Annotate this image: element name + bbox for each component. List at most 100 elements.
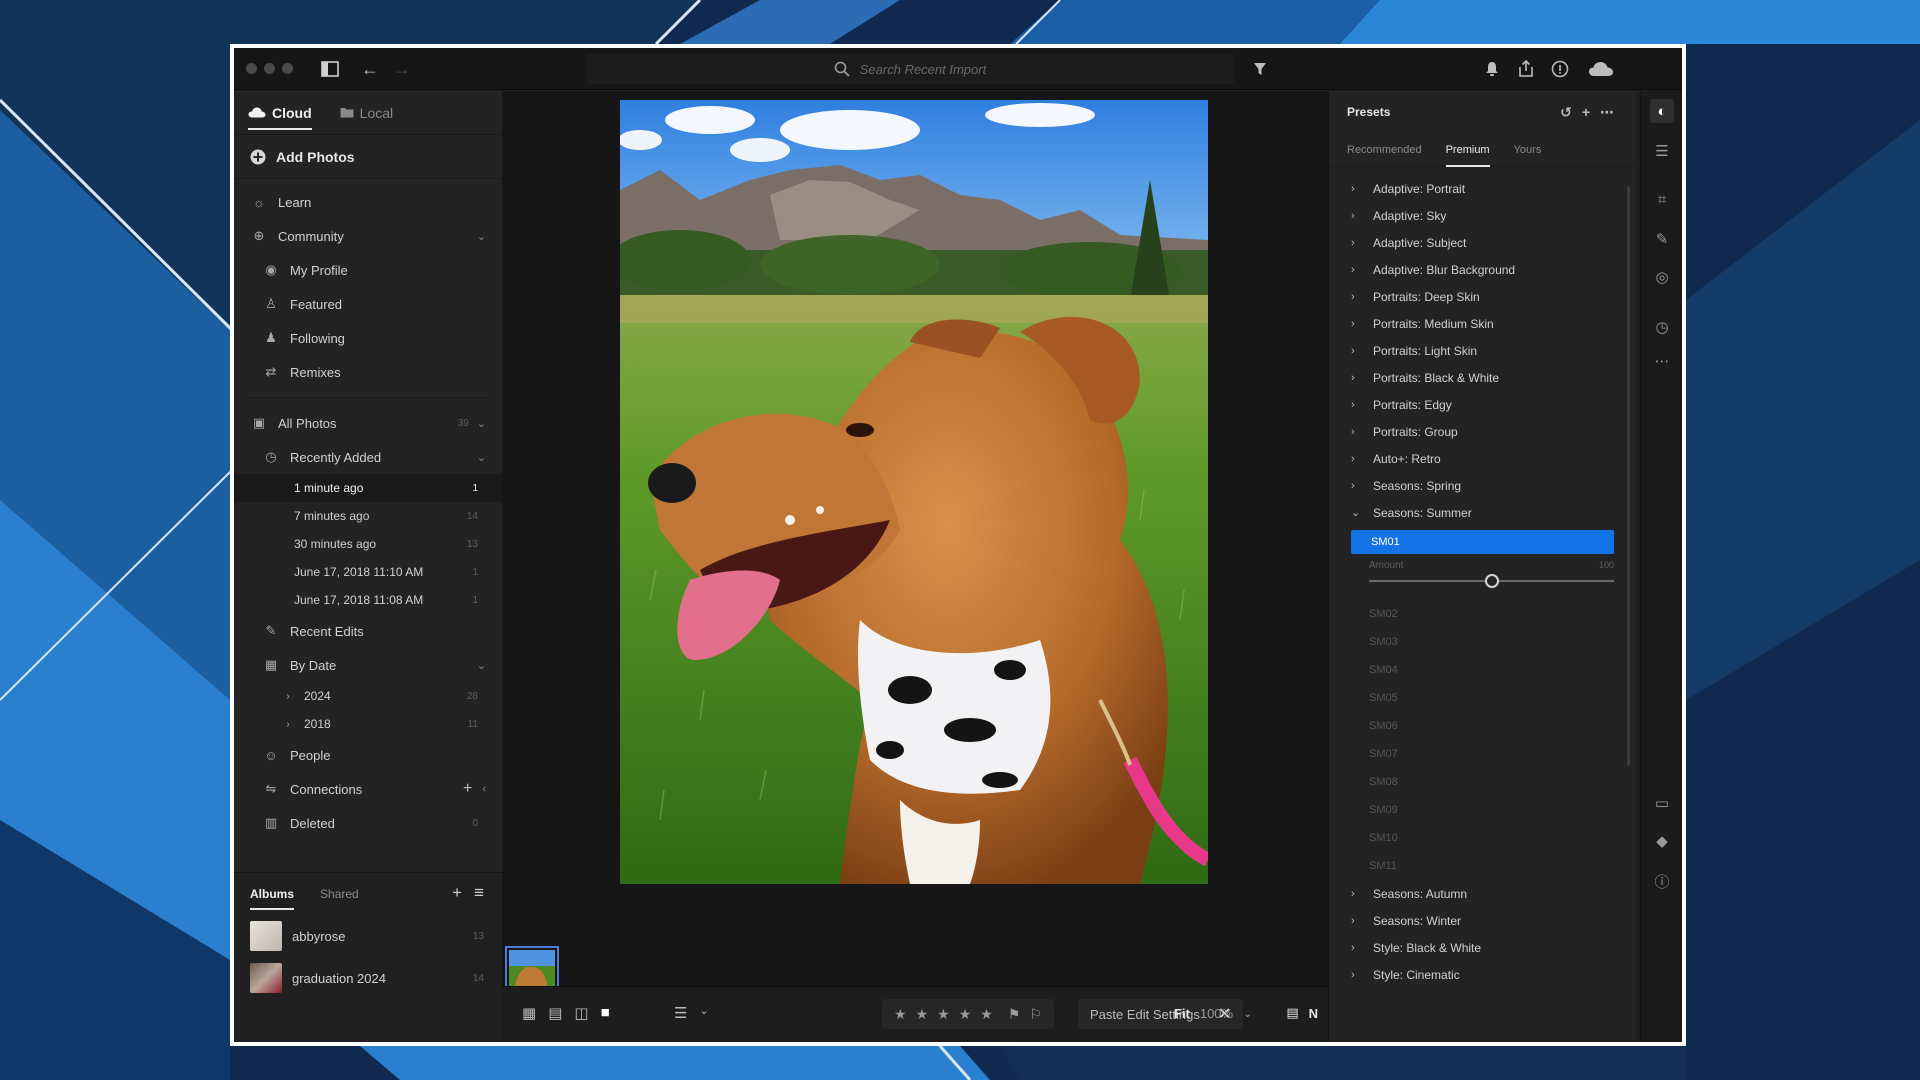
masking-icon[interactable]: ◎: [1650, 265, 1674, 289]
share-icon[interactable]: [1514, 57, 1538, 81]
add-album-icon[interactable]: +: [452, 883, 462, 903]
sidebar-item-recently-added[interactable]: ◷ Recently Added ⌄: [234, 440, 502, 474]
minimize-dot[interactable]: [264, 63, 275, 74]
sidebar-item-featured[interactable]: ♙ Featured: [234, 287, 502, 321]
reject-flag-icon[interactable]: ⚐: [1029, 1006, 1042, 1023]
chevron-down-icon[interactable]: ⌄: [1243, 1007, 1252, 1020]
sidebar-item-deleted[interactable]: ▥ Deleted 0: [234, 806, 502, 840]
preset-group[interactable]: › Portraits: Medium Skin: [1329, 310, 1636, 337]
chevron-right-icon[interactable]: ›: [282, 719, 294, 730]
star-icon[interactable]: ★: [916, 1006, 929, 1023]
preset-group[interactable]: › Seasons: Winter: [1329, 907, 1636, 934]
compare-view-icon[interactable]: ◫: [574, 1004, 588, 1022]
sidebar-item-by-date[interactable]: ▦ By Date ⌄: [234, 648, 502, 682]
zoom-dot[interactable]: [282, 63, 293, 74]
more-options-icon[interactable]: ⋯: [1650, 349, 1674, 373]
chevron-down-icon[interactable]: ⌄: [477, 417, 486, 430]
preset-group-expanded[interactable]: ⌄ Seasons: Summer: [1329, 499, 1636, 526]
forward-arrow-icon[interactable]: →: [390, 57, 414, 81]
preset-item[interactable]: SM05: [1329, 684, 1636, 712]
panel-toggle-icon[interactable]: [318, 57, 342, 81]
tab-premium[interactable]: Premium: [1445, 144, 1490, 167]
info-icon[interactable]: ⓘ: [1650, 869, 1674, 893]
window-controls[interactable]: [246, 63, 293, 74]
zoom-value[interactable]: 100%: [1200, 1006, 1233, 1021]
chevron-right-icon[interactable]: ›: [282, 691, 294, 702]
preset-group[interactable]: › Seasons: Autumn: [1329, 880, 1636, 907]
preset-group[interactable]: › Portraits: Black & White: [1329, 364, 1636, 391]
star-icon[interactable]: ★: [980, 1006, 993, 1023]
preset-item[interactable]: SM03: [1329, 628, 1636, 656]
year-item[interactable]: › 2018 11: [234, 710, 502, 738]
album-item[interactable]: graduation 2024 14: [234, 957, 502, 999]
chevron-down-icon[interactable]: ⌄: [477, 451, 486, 464]
preset-group[interactable]: › Adaptive: Portrait: [1329, 175, 1636, 202]
preset-group[interactable]: › Style: Black & White: [1329, 934, 1636, 961]
help-icon[interactable]: [1548, 57, 1572, 81]
photo-grid-icon[interactable]: ▤: [548, 1004, 562, 1022]
chevron-down-icon[interactable]: ⌄: [477, 230, 486, 243]
tag-icon[interactable]: ◆: [1650, 829, 1674, 853]
presets-icon[interactable]: ◐: [1650, 99, 1674, 123]
preset-group[interactable]: › Style: Cinematic: [1329, 961, 1636, 988]
preset-group[interactable]: › Portraits: Group: [1329, 418, 1636, 445]
recent-item[interactable]: June 17, 2018 11:10 AM 1: [234, 558, 502, 586]
sidebar-item-following[interactable]: ♟ Following: [234, 321, 502, 355]
crop-icon[interactable]: ⌗: [1650, 187, 1674, 211]
preset-item[interactable]: SM04: [1329, 656, 1636, 684]
preset-item[interactable]: SM02: [1329, 600, 1636, 628]
sidebar-item-community[interactable]: ⊕ Community ⌄: [234, 219, 502, 253]
comment-icon[interactable]: ▭: [1650, 791, 1674, 815]
preset-group[interactable]: › Portraits: Edgy: [1329, 391, 1636, 418]
recent-item[interactable]: June 17, 2018 11:08 AM 1: [234, 586, 502, 614]
main-photo[interactable]: [620, 100, 1208, 884]
search-bar[interactable]: Search Recent Import: [586, 54, 1234, 84]
add-preset-icon[interactable]: +: [1582, 104, 1590, 121]
preset-group[interactable]: › Auto+: Retro: [1329, 445, 1636, 472]
auto-edit-icon[interactable]: N: [1309, 1006, 1318, 1021]
sidebar-item-people[interactable]: ☺ People: [234, 738, 502, 772]
sort-control[interactable]: ☰ ⌄: [674, 1004, 709, 1022]
tab-local[interactable]: Local: [340, 91, 393, 134]
tab-albums[interactable]: Albums: [250, 887, 295, 910]
detail-view-icon[interactable]: ■: [601, 1004, 610, 1022]
preset-group[interactable]: › Adaptive: Blur Background: [1329, 256, 1636, 283]
recent-item[interactable]: 30 minutes ago 13: [234, 530, 502, 558]
preset-item[interactable]: SM07: [1329, 740, 1636, 768]
preset-item[interactable]: SM08: [1329, 768, 1636, 796]
photo-canvas[interactable]: ▦ ▤ ◫ ■ ☰ ⌄ ★ ★ ★ ★ ★ ⚑ ⚐ Paste Edit Set…: [502, 91, 1328, 1042]
recent-item[interactable]: 7 minutes ago 14: [234, 502, 502, 530]
sidebar-item-all-photos[interactable]: ▣ All Photos 39 ⌄: [234, 406, 502, 440]
fit-button[interactable]: Fit: [1174, 1006, 1190, 1021]
sidebar-item-my-profile[interactable]: ◉ My Profile: [234, 253, 502, 287]
slider-knob[interactable]: [1484, 574, 1499, 588]
chevron-left-icon[interactable]: ‹: [482, 783, 486, 795]
tab-yours[interactable]: Yours: [1514, 144, 1542, 156]
tab-shared[interactable]: Shared: [320, 887, 359, 901]
preset-group[interactable]: › Adaptive: Subject: [1329, 229, 1636, 256]
recent-item[interactable]: 1 minute ago 1: [234, 474, 502, 502]
star-icon[interactable]: ★: [937, 1006, 950, 1023]
add-connection-icon[interactable]: +: [463, 780, 472, 798]
back-arrow-icon[interactable]: ←: [358, 57, 382, 81]
history-icon[interactable]: ◷: [1650, 315, 1674, 339]
scrollbar[interactable]: [1627, 186, 1630, 766]
more-icon[interactable]: ⋯: [1600, 104, 1614, 121]
preset-group[interactable]: › Portraits: Deep Skin: [1329, 283, 1636, 310]
star-icon[interactable]: ★: [959, 1006, 972, 1023]
chevron-down-icon[interactable]: ⌄: [477, 659, 486, 672]
square-grid-icon[interactable]: ▦: [522, 1004, 536, 1022]
search-input[interactable]: Search Recent Import: [860, 62, 986, 77]
close-dot[interactable]: [246, 63, 257, 74]
album-item[interactable]: abbyrose 13: [234, 915, 502, 957]
preset-item[interactable]: SM06: [1329, 712, 1636, 740]
sidebar-item-learn[interactable]: ☼ Learn: [234, 185, 502, 219]
preset-group[interactable]: › Seasons: Spring: [1329, 472, 1636, 499]
cloud-icon[interactable]: [1586, 57, 1616, 81]
amount-slider[interactable]: Amount 100: [1369, 558, 1614, 600]
preset-group[interactable]: › Adaptive: Sky: [1329, 202, 1636, 229]
tab-cloud[interactable]: Cloud: [248, 91, 312, 134]
tab-recommended[interactable]: Recommended: [1347, 144, 1422, 156]
preset-group[interactable]: › Portraits: Light Skin: [1329, 337, 1636, 364]
bell-icon[interactable]: [1480, 57, 1504, 81]
